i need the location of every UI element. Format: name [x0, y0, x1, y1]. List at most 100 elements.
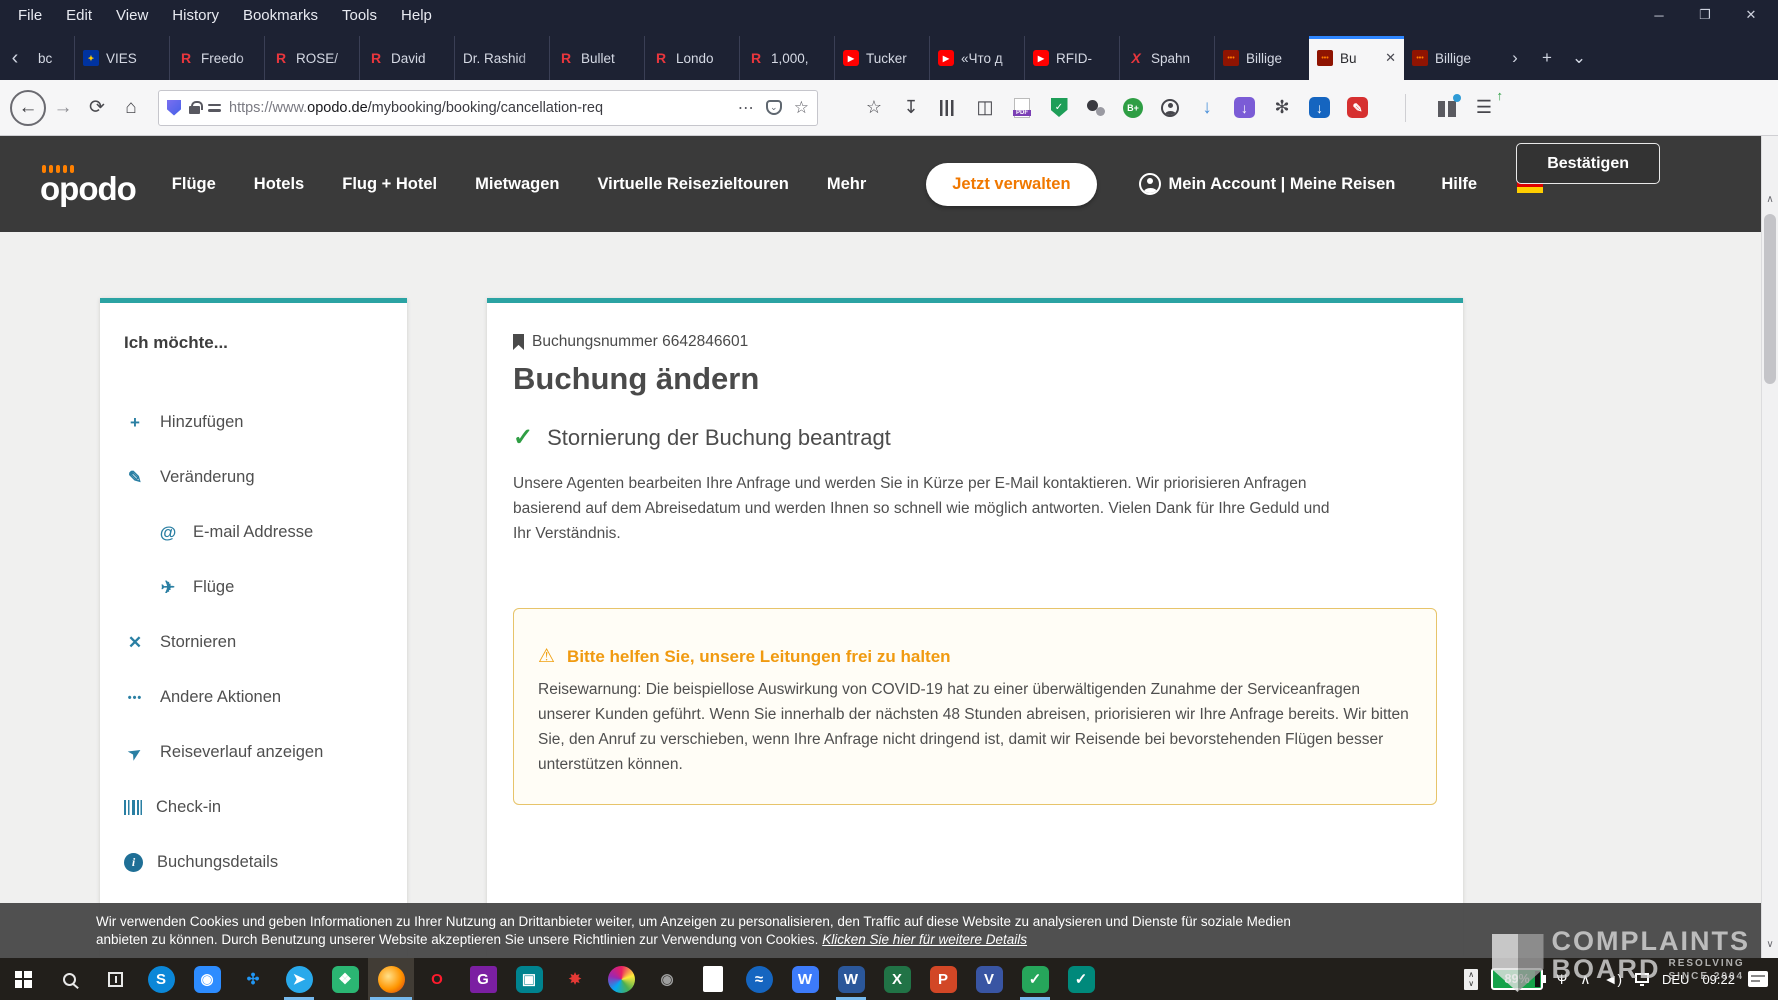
- account-menu[interactable]: Mein Account | Meine Reisen: [1139, 173, 1396, 195]
- menu-history[interactable]: History: [162, 3, 229, 28]
- minimize-button[interactable]: ─: [1638, 2, 1680, 28]
- taskbar-app-color-wheel[interactable]: [598, 958, 644, 1000]
- pdf-extension-button[interactable]: PDF: [1012, 96, 1032, 120]
- tab-item[interactable]: ▶«Что д: [929, 36, 1024, 80]
- home-button[interactable]: ⌂: [114, 91, 148, 125]
- taskbar-app-skype[interactable]: S: [138, 958, 184, 1000]
- permissions-icon[interactable]: [208, 103, 221, 113]
- scrollbar-down-icon[interactable]: ∨: [1762, 939, 1778, 950]
- reload-button[interactable]: ⟳: [80, 91, 114, 125]
- tab-londo[interactable]: RLondo: [644, 36, 739, 80]
- sidebar-item-ver-nderung[interactable]: ✎Veränderung: [124, 450, 383, 505]
- taskbar-app-bluestacks[interactable]: ❖: [322, 958, 368, 1000]
- tab-freedo[interactable]: RFreedo: [169, 36, 264, 80]
- taskbar-app-powerpoint[interactable]: P: [920, 958, 966, 1000]
- taskbar-overflow-arrows[interactable]: ∧∨: [1464, 969, 1478, 990]
- molecule-extension-button[interactable]: [1086, 96, 1106, 120]
- page-scrollbar[interactable]: ∧ ∨: [1761, 136, 1778, 958]
- cookie-details-link[interactable]: Klicken Sie hier für weitere Details: [822, 932, 1027, 947]
- tab-tucker[interactable]: ▶Tucker: [834, 36, 929, 80]
- tab-scroll-left-icon[interactable]: ‹: [0, 36, 30, 80]
- sidebar-item-stornieren[interactable]: ✕Stornieren: [124, 615, 383, 670]
- tab-1-000[interactable]: R1,000,: [739, 36, 834, 80]
- scrollbar-up-icon[interactable]: ∧: [1762, 194, 1778, 205]
- nav-item-fl-ge[interactable]: Flüge: [172, 175, 216, 194]
- tab-dr-rashid[interactable]: Dr. Rashid: [454, 36, 549, 80]
- sidebar-item-andere-aktionen[interactable]: •••Andere Aktionen: [124, 670, 383, 725]
- taskbar-app-firefox[interactable]: [368, 958, 414, 1000]
- sidebar-item-hinzuf-gen[interactable]: +Hinzufügen: [124, 395, 383, 450]
- bplus-extension-button[interactable]: B+: [1123, 96, 1143, 120]
- menu-edit[interactable]: Edit: [56, 3, 102, 28]
- sidebar-item-buchungsdetails[interactable]: iBuchungsdetails: [124, 835, 383, 890]
- nav-item-virtuelle-reisezieltouren[interactable]: Virtuelle Reisezieltouren: [597, 175, 788, 194]
- nav-item-hotels[interactable]: Hotels: [254, 175, 304, 194]
- restore-button[interactable]: ❐: [1684, 2, 1726, 28]
- tab-scroll-right-icon[interactable]: ›: [1499, 48, 1531, 68]
- taskbar-app-shield-lock[interactable]: ✓: [1012, 958, 1058, 1000]
- red-wand-extension-button[interactable]: ✎: [1347, 96, 1368, 120]
- taskbar-app-visio[interactable]: V: [966, 958, 1012, 1000]
- nav-item-mietwagen[interactable]: Mietwagen: [475, 175, 559, 194]
- help-link[interactable]: Hilfe: [1441, 175, 1477, 194]
- menu-view[interactable]: View: [106, 3, 158, 28]
- url-text[interactable]: https://www.opodo.de/mybooking/booking/c…: [229, 100, 730, 116]
- tab-billige[interactable]: •••Billige: [1404, 36, 1499, 80]
- tab-close-icon[interactable]: ✕: [1385, 50, 1396, 66]
- menu-bookmarks[interactable]: Bookmarks: [233, 3, 328, 28]
- taskbar-app-white-doc[interactable]: [690, 958, 736, 1000]
- action-center-icon[interactable]: [1748, 971, 1768, 987]
- tab-bu[interactable]: •••Bu✕: [1309, 36, 1404, 80]
- sidebar-item-e-mail-addresse[interactable]: @E-mail Addresse: [124, 505, 383, 560]
- taskbar-app-teal-media[interactable]: ▣: [506, 958, 552, 1000]
- downloads-button[interactable]: ↧: [901, 96, 921, 120]
- taskbar-app-openoffice[interactable]: ≈: [736, 958, 782, 1000]
- menu-tools[interactable]: Tools: [332, 3, 387, 28]
- blue-download-extension-button[interactable]: ↓: [1309, 96, 1330, 120]
- new-tab-button[interactable]: +: [1531, 48, 1563, 68]
- tray-expand-icon[interactable]: ∧: [1580, 971, 1590, 988]
- volume-icon[interactable]: ◄): [1603, 971, 1622, 987]
- task-view-button[interactable]: [92, 958, 138, 1000]
- taskbar-app-word[interactable]: W: [828, 958, 874, 1000]
- taskbar-app-telegram[interactable]: ➤: [276, 958, 322, 1000]
- power-plug-icon[interactable]: Ѱ: [1556, 971, 1567, 987]
- app-menu-button[interactable]: ☰↑: [1474, 96, 1494, 120]
- taskbar-app-shield-user[interactable]: ✓: [1058, 958, 1104, 1000]
- lock-icon[interactable]: [189, 106, 200, 114]
- flower-extension-button[interactable]: ✻: [1272, 96, 1292, 120]
- taskbar-search-button[interactable]: [46, 958, 92, 1000]
- sidebar-item-check-in[interactable]: Check-in: [124, 780, 383, 835]
- account-button[interactable]: [1160, 96, 1180, 120]
- taskbar-app-opera[interactable]: O: [414, 958, 460, 1000]
- cookie-confirm-button[interactable]: Bestätigen: [1516, 143, 1660, 184]
- tab-rfid[interactable]: ▶RFID-: [1024, 36, 1119, 80]
- nav-item-flug-hotel[interactable]: Flug + Hotel: [342, 175, 437, 194]
- taskbar-app-zoom[interactable]: ◉: [184, 958, 230, 1000]
- tracking-protection-shield-icon[interactable]: [167, 100, 181, 116]
- tab-billige[interactable]: •••Billige: [1214, 36, 1309, 80]
- tab-vies[interactable]: ✦VIES: [74, 36, 169, 80]
- scrollbar-thumb[interactable]: [1764, 214, 1776, 384]
- page-actions-icon[interactable]: ⋯: [738, 98, 754, 118]
- opodo-logo[interactable]: opodo: [40, 165, 136, 204]
- manage-now-button[interactable]: Jetzt verwalten: [926, 163, 1096, 206]
- tab-david[interactable]: RDavid: [359, 36, 454, 80]
- adguard-extension-button[interactable]: ✓: [1049, 96, 1069, 120]
- menu-help[interactable]: Help: [391, 3, 442, 28]
- sidebar-item-reiseverlauf-anzeigen[interactable]: ➤Reiseverlauf anzeigen: [124, 725, 383, 780]
- bookmarks-star-button[interactable]: ☆: [864, 96, 884, 120]
- taskbar-app-gom[interactable]: G: [460, 958, 506, 1000]
- network-icon[interactable]: [1635, 973, 1649, 983]
- purple-download-extension-button[interactable]: ↓: [1234, 96, 1255, 120]
- tab-spahn[interactable]: XSpahn: [1119, 36, 1214, 80]
- taskbar-app-gray-app[interactable]: ◉: [644, 958, 690, 1000]
- url-bar[interactable]: https://www.opodo.de/mybooking/booking/c…: [158, 90, 818, 126]
- tab-rose[interactable]: RROSE/: [264, 36, 359, 80]
- start-button[interactable]: [0, 958, 46, 1000]
- taskbar-app-excel[interactable]: X: [874, 958, 920, 1000]
- tab-bc[interactable]: bc: [30, 36, 74, 80]
- nav-item-mehr[interactable]: Mehr: [827, 175, 866, 194]
- taskbar-app-red-star[interactable]: ✸: [552, 958, 598, 1000]
- taskbar-app-wps[interactable]: W: [782, 958, 828, 1000]
